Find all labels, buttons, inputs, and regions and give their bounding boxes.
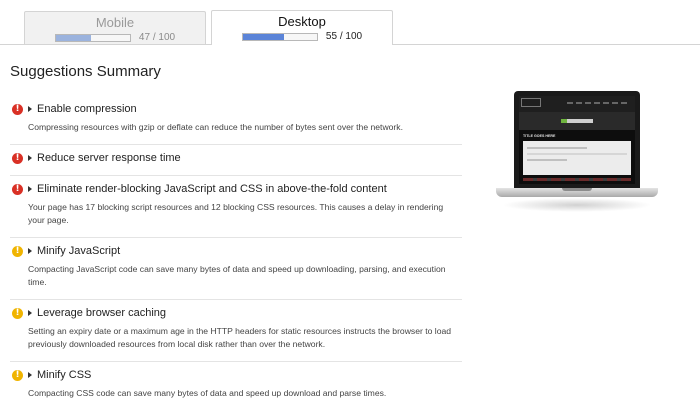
suggestion-description: Setting an expiry date or a maximum age …	[28, 326, 452, 349]
mobile-score-text: 47 / 100	[138, 32, 176, 43]
laptop-notch	[562, 188, 592, 191]
screenshot-title: TITLE GOES HERE	[523, 134, 556, 138]
suggestion-item: ! Reduce server response time	[10, 145, 462, 176]
device-tabbar: Mobile 47 / 100 Desktop 55 / 100	[0, 0, 700, 45]
tab-desktop-label: Desktop	[278, 14, 326, 29]
suggestion-item: ! Enable compression Compressing resourc…	[10, 96, 462, 145]
suggestion-description: Compacting CSS code can save many bytes …	[28, 388, 387, 398]
caret-right-icon	[28, 372, 32, 378]
screenshot-text-line	[527, 153, 627, 155]
pagespeed-report: Mobile 47 / 100 Desktop 55 / 100 Suggest…	[0, 0, 700, 420]
high-priority-icon: !	[12, 104, 23, 115]
suggestion-toggle[interactable]: Leverage browser caching	[28, 306, 462, 320]
tab-desktop[interactable]: Desktop 55 / 100	[211, 10, 393, 45]
suggestion-item: ! Leverage browser caching Setting an ex…	[10, 300, 462, 362]
caret-right-icon	[28, 155, 32, 161]
caret-right-icon	[28, 106, 32, 112]
suggestion-toggle[interactable]: Enable compression	[28, 102, 462, 116]
screenshot-panel	[523, 141, 631, 175]
caret-right-icon	[28, 248, 32, 254]
mobile-score-fill	[55, 34, 91, 41]
screenshot-logo	[521, 98, 541, 107]
medium-priority-icon: !	[12, 246, 23, 257]
suggestion-title[interactable]: Leverage browser caching	[37, 306, 166, 320]
suggestion-item: ! Minify JavaScript Compacting JavaScrip…	[10, 238, 462, 300]
laptop-shadow	[502, 198, 652, 212]
suggestion-toggle[interactable]: Eliminate render-blocking JavaScript and…	[28, 182, 462, 196]
suggestion-toggle[interactable]: Minify CSS	[28, 368, 462, 382]
tab-mobile[interactable]: Mobile 47 / 100	[24, 11, 206, 44]
page-screenshot: TITLE GOES HERE	[519, 96, 635, 184]
suggestion-item: ! Eliminate render-blocking JavaScript a…	[10, 176, 462, 238]
mobile-score-row: 47 / 100	[25, 32, 205, 43]
suggestion-item: ! Minify CSS Compacting CSS code can sav…	[10, 362, 462, 410]
desktop-score-bar	[241, 32, 318, 41]
screenshot-text-line	[527, 147, 587, 149]
suggestion-description: Your page has 17 blocking script resourc…	[28, 202, 444, 225]
desktop-preview: TITLE GOES HERE	[492, 88, 662, 228]
suggestions-list: ! Enable compression Compressing resourc…	[10, 96, 462, 410]
suggestion-description: Compacting JavaScript code can save many…	[28, 264, 446, 287]
high-priority-icon: !	[12, 153, 23, 164]
suggestion-title[interactable]: Minify CSS	[37, 368, 91, 382]
suggestion-title[interactable]: Reduce server response time	[37, 151, 181, 165]
suggestion-title[interactable]: Enable compression	[37, 102, 137, 116]
medium-priority-icon: !	[12, 308, 23, 319]
desktop-score-fill	[242, 33, 284, 40]
summary-title: Suggestions Summary	[10, 63, 161, 80]
suggestion-title[interactable]: Minify JavaScript	[37, 244, 120, 258]
medium-priority-icon: !	[12, 370, 23, 381]
caret-right-icon	[28, 186, 32, 192]
tab-mobile-label: Mobile	[95, 15, 135, 30]
suggestion-toggle[interactable]: Reduce server response time	[28, 151, 462, 165]
desktop-score-row: 55 / 100	[212, 31, 392, 42]
screenshot-brand-logo	[561, 119, 593, 123]
screenshot-nav	[567, 102, 629, 104]
mobile-score-bar	[54, 33, 131, 42]
suggestion-toggle[interactable]: Minify JavaScript	[28, 244, 462, 258]
laptop-icon: TITLE GOES HERE	[514, 91, 640, 188]
screenshot-text-line	[527, 159, 567, 161]
suggestion-title[interactable]: Eliminate render-blocking JavaScript and…	[37, 182, 387, 196]
caret-right-icon	[28, 310, 32, 316]
suggestion-description: Compressing resources with gzip or defla…	[28, 122, 403, 132]
screenshot-footer	[523, 178, 631, 181]
desktop-score-text: 55 / 100	[325, 31, 363, 42]
high-priority-icon: !	[12, 184, 23, 195]
